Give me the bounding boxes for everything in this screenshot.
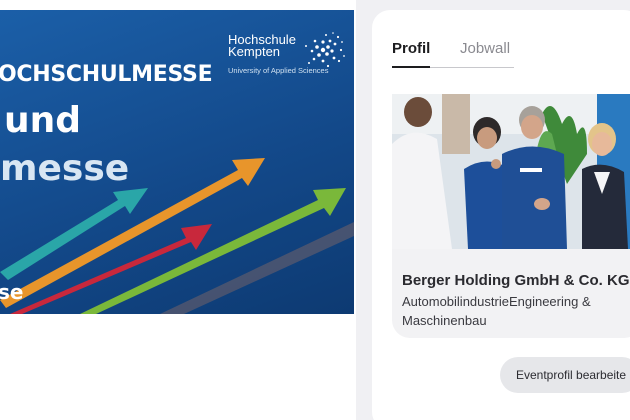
profile-tabs: Profil Jobwall	[392, 40, 514, 68]
banner-bottom-text: se	[0, 280, 24, 304]
event-panel: OCHSCHULMESSE und messe se Hochschule Ke…	[0, 0, 356, 420]
company-card[interactable]: Berger Holding GmbH & Co. KG Automobilin…	[392, 94, 630, 338]
company-industries: AutomobilindustrieEngineering & Maschine…	[402, 294, 591, 328]
tab-profil[interactable]: Profil	[392, 40, 431, 68]
tab-jobwall[interactable]: Jobwall	[460, 40, 510, 57]
university-logo: Hochschule Kempten University of Applied…	[228, 32, 346, 84]
banner-title-line1: und	[4, 100, 82, 141]
edit-event-profile-button[interactable]: Eventprofil bearbeite	[500, 357, 630, 393]
logo-name: Hochschule Kempten	[228, 32, 296, 59]
company-photo	[392, 94, 630, 249]
banner-title-line2: messe	[0, 148, 130, 189]
spiral-logo-icon	[305, 32, 345, 68]
banner-heading: OCHSCHULMESSE	[0, 62, 213, 87]
event-banner: OCHSCHULMESSE und messe se Hochschule Ke…	[0, 10, 354, 314]
company-name[interactable]: Berger Holding GmbH & Co. KG	[402, 272, 630, 289]
